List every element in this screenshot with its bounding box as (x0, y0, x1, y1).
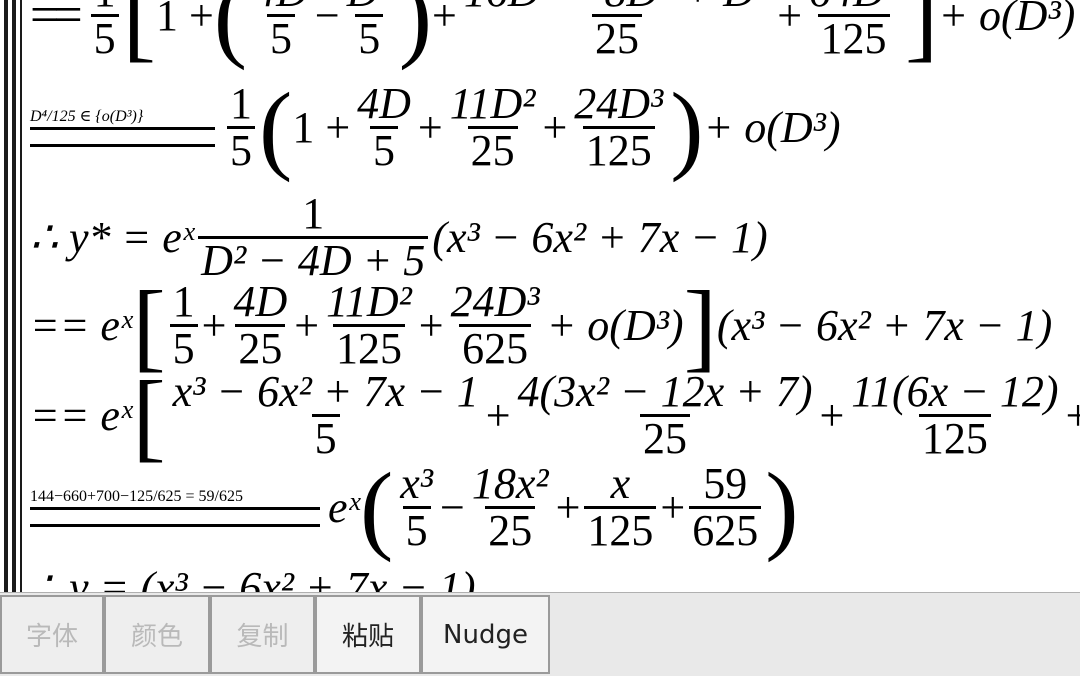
fraction: 18x² 25 (471, 459, 549, 555)
fraction: 16D² − 8D³ + D⁴25 (461, 0, 773, 61)
fraction: 4D5 (251, 0, 311, 61)
fraction: 64D³125 (806, 0, 901, 61)
color-button[interactable]: 颜色 (104, 595, 210, 674)
fraction: x 125 (584, 462, 657, 553)
long-equals-sign (30, 126, 215, 147)
equation-line-4: == eˣ [ 15 + 4D 25 + 11D² 125 + 24D³ 625 + … (30, 269, 1053, 381)
equation-line-5: == eˣ [ x³ − 6x² + 7x − 15 + 4(3x² − 12x… (30, 359, 1080, 471)
annotated-equals: 144−660+700−125/625 = 59/625 (30, 488, 320, 527)
equation-line-6: 144−660+700−125/625 = 59/625 eˣ ( x³ 5 − … (30, 451, 799, 563)
fraction: x³ 5 (400, 459, 433, 555)
fraction: 24D³ 625 (450, 277, 540, 373)
left-margin-bar (20, 0, 22, 592)
fraction: 15 (169, 280, 198, 371)
fraction: 11D² 125 (326, 277, 412, 373)
copy-button[interactable]: 复制 (210, 595, 315, 674)
nudge-button[interactable]: Nudge (421, 595, 550, 674)
fraction: 1 D² − 4D + 5 (198, 192, 429, 283)
annotated-equals: D⁴/125 ∈ {o(D³)} (30, 108, 215, 147)
fraction: 11(6x − 12) 125 (851, 367, 1059, 463)
left-margin-bar (12, 0, 16, 592)
equation-line-2: D⁴/125 ∈ {o(D³)} 15 ( 1 + 4D 5 + 11D² 25 +… (30, 71, 841, 183)
font-button[interactable]: 字体 (0, 595, 104, 674)
fraction: 15 (227, 82, 255, 173)
bottom-toolbar: 字体 颜色 复制 粘贴 Nudge (0, 592, 1080, 676)
fraction: 11D² 25 (449, 79, 536, 175)
fraction: 4(3x² − 12x + 7) 25 (517, 367, 813, 463)
equation-line-7: ∴ y = (x³ − 6x² + 7x − 1) (30, 563, 476, 593)
fraction: D²5 (344, 0, 395, 61)
equation-line-1: == 15 [ 1 + ( 4D5 − D²5 ) + 16D² − 8D³ +… (30, 0, 1075, 65)
fraction: 59 625 (689, 462, 762, 553)
fraction: 4D5 (357, 79, 411, 175)
fraction: x³ − 6x² + 7x − 15 (172, 367, 479, 463)
fraction: 4D 25 (233, 277, 288, 373)
long-equals-sign (30, 506, 320, 527)
math-editor-canvas[interactable]: == 15 [ 1 + ( 4D5 − D²5 ) + 16D² − 8D³ +… (0, 0, 1080, 592)
fraction: 24D³ 125 (574, 79, 664, 175)
fraction: 15 (90, 0, 119, 61)
left-margin-bar (4, 0, 8, 592)
paste-button[interactable]: 粘贴 (315, 595, 421, 674)
